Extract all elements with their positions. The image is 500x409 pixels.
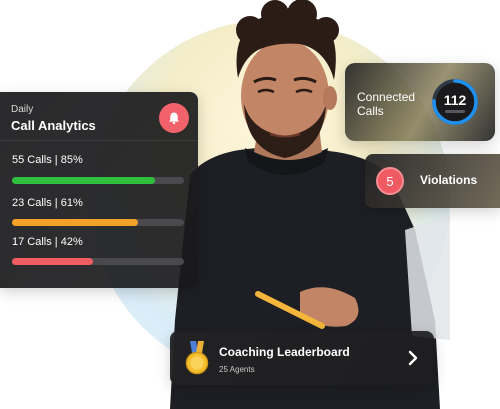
bell-icon bbox=[169, 112, 179, 125]
chevron-right-icon[interactable] bbox=[406, 349, 420, 367]
leaderboard-title: Coaching Leaderboard bbox=[219, 345, 350, 359]
stage: Daily Call Analytics 55 Calls | 85% 23 C… bbox=[0, 0, 500, 409]
violations-label: Violations bbox=[420, 173, 478, 187]
connected-calls-count: 112 bbox=[443, 92, 467, 108]
metric-label-3: 17 Calls | 42% bbox=[12, 236, 83, 248]
progress-fill-2 bbox=[12, 219, 138, 226]
progress-track-1 bbox=[12, 177, 184, 184]
call-analytics-card: Daily Call Analytics 55 Calls | 85% 23 C… bbox=[0, 92, 198, 288]
progress-track-3 bbox=[12, 258, 184, 265]
progress-fill-3 bbox=[12, 258, 93, 265]
notification-button[interactable] bbox=[159, 103, 189, 133]
metric-label-2: 23 Calls | 61% bbox=[12, 197, 83, 209]
progress-track-2 bbox=[12, 219, 184, 226]
analytics-title: Call Analytics bbox=[11, 118, 96, 133]
medal-icon bbox=[185, 341, 209, 375]
leaderboard-agents-count: 25 Agents bbox=[219, 365, 255, 374]
coaching-leaderboard-card[interactable]: Coaching Leaderboard 25 Agents bbox=[170, 331, 434, 385]
connected-calls-label: Connected Calls bbox=[357, 90, 416, 118]
analytics-period-label: Daily bbox=[11, 104, 34, 115]
metric-label-1: 55 Calls | 85% bbox=[12, 154, 83, 166]
violations-count-badge: 5 bbox=[376, 167, 404, 195]
progress-fill-1 bbox=[12, 177, 155, 184]
analytics-divider bbox=[0, 140, 198, 141]
connected-calls-card: Connected Calls 112 bbox=[345, 63, 495, 141]
violations-card[interactable]: 5 Violations bbox=[365, 154, 500, 208]
